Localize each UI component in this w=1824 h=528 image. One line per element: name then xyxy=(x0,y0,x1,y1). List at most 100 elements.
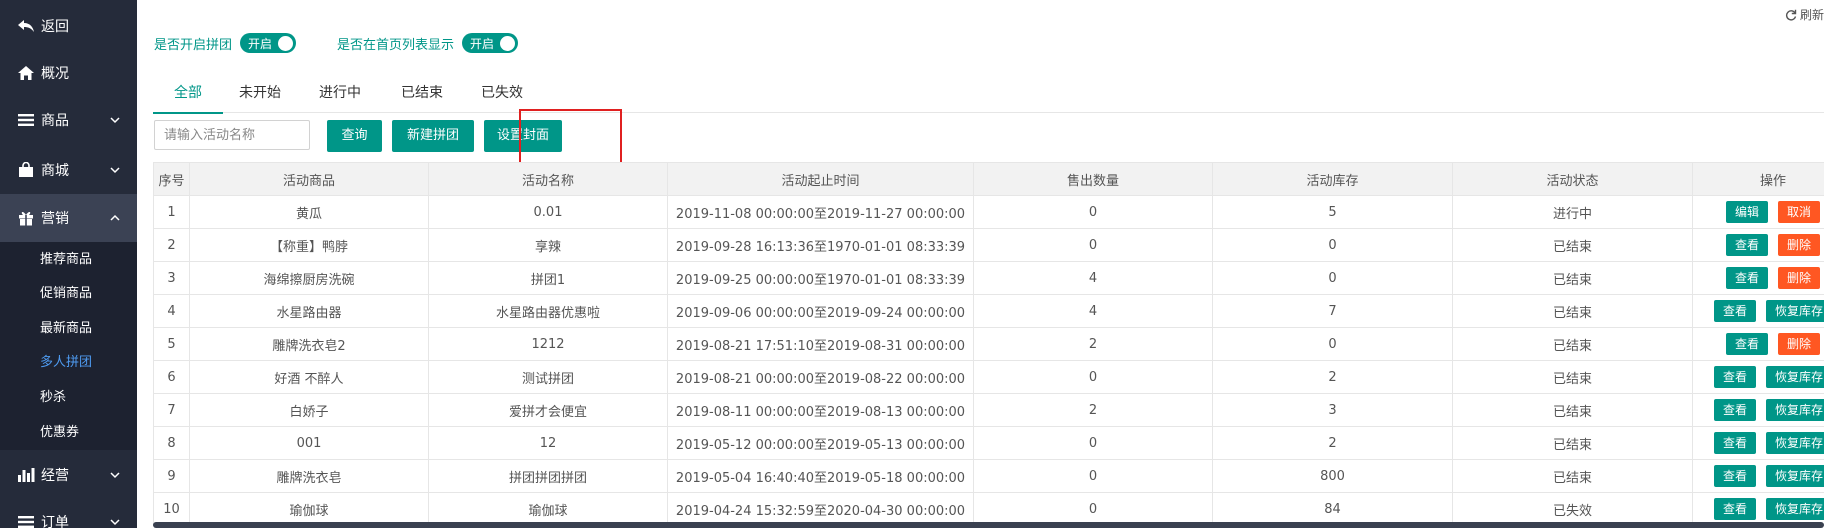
cell-stock: 2 xyxy=(1212,426,1453,460)
query-button[interactable]: 查询 xyxy=(327,120,382,152)
set-cover-button[interactable]: 设置封面 xyxy=(484,120,562,152)
cell-sold: 0 xyxy=(973,195,1213,229)
cell-sold: 4 xyxy=(973,294,1213,328)
sidebar-item-products[interactable]: 商品 xyxy=(0,96,137,144)
row-action-button[interactable]: 取消 xyxy=(1778,201,1821,223)
group-enable-toggle[interactable]: 开启 xyxy=(240,33,297,53)
row-action-button[interactable]: 删除 xyxy=(1778,333,1821,355)
cell-actions: 查看 删除 xyxy=(1692,261,1824,295)
row-action-button[interactable]: 查看 xyxy=(1713,465,1756,487)
cell-status: 已结束 xyxy=(1452,426,1693,460)
cell-activity-name: 瑜伽球 xyxy=(428,492,668,526)
sidebar-item-operations[interactable]: 经营 xyxy=(0,451,137,499)
tab-all[interactable]: 全部 xyxy=(153,76,223,114)
activity-search-input[interactable] xyxy=(154,120,310,150)
refresh-button[interactable]: 刷新 xyxy=(1785,6,1824,23)
row-action-button[interactable]: 恢复库存 xyxy=(1766,300,1824,322)
sidebar-item-back[interactable]: 返回 xyxy=(0,2,137,50)
sidebar-item-overview[interactable]: 概况 xyxy=(0,49,137,97)
table-row: 10 瑜伽球 瑜伽球 2019-04-24 15:32:59至2020-04-30 0… xyxy=(153,492,1824,526)
table-row: 9 雕牌洗衣皂 拼团拼团拼团 2019-05-04 16:40:40至2019-05-… xyxy=(153,459,1824,493)
refresh-icon xyxy=(1785,9,1797,20)
row-action-button[interactable]: 查看 xyxy=(1725,333,1768,355)
row-action-button[interactable]: 恢复库存 xyxy=(1766,432,1824,454)
cell-product: 瑜伽球 xyxy=(189,492,429,526)
toggle-state: 开启 xyxy=(470,36,495,51)
chevron-up-icon xyxy=(110,214,120,221)
tab-ended[interactable]: 已结束 xyxy=(401,76,443,112)
tab-in-progress[interactable]: 进行中 xyxy=(319,76,361,112)
horizontal-scrollbar[interactable] xyxy=(153,522,1824,528)
cell-stock: 7 xyxy=(1212,294,1453,328)
cell-product: 【称重】鸭脖 xyxy=(189,228,429,262)
column-header: 活动商品 xyxy=(189,162,429,196)
action-group: 查看 恢复库存 xyxy=(1694,362,1824,393)
submenu-item-promotion[interactable]: 促销商品 xyxy=(40,277,92,311)
sidebar-item-mall[interactable]: 商城 xyxy=(0,146,137,194)
action-group: 编辑 取消 xyxy=(1694,197,1824,228)
action-group: 查看 删除 xyxy=(1694,263,1824,294)
new-group-button[interactable]: 新建拼团 xyxy=(392,120,474,152)
cell-sold: 4 xyxy=(973,261,1213,295)
row-action-button[interactable]: 恢复库存 xyxy=(1766,498,1824,520)
action-group: 查看 恢复库存 xyxy=(1694,494,1824,525)
cell-sold: 2 xyxy=(973,393,1213,427)
cell-stock: 0 xyxy=(1212,327,1453,361)
cell-period: 2019-11-08 00:00:00至2019-11-27 00:00:00 xyxy=(667,195,974,229)
row-action-button[interactable]: 恢复库存 xyxy=(1766,399,1824,421)
sidebar-item-label: 商城 xyxy=(41,163,69,179)
home-icon xyxy=(17,64,35,82)
cell-sold: 2 xyxy=(973,327,1213,361)
row-action-button[interactable]: 编辑 xyxy=(1725,201,1768,223)
action-group: 查看 恢复库存 xyxy=(1694,428,1824,459)
submenu-item-coupons[interactable]: 优惠券 xyxy=(40,416,79,450)
row-action-button[interactable]: 查看 xyxy=(1713,366,1756,388)
cell-period: 2019-09-28 16:13:36至1970-01-01 08:33:39 xyxy=(667,228,974,262)
cell-status: 已结束 xyxy=(1452,393,1693,427)
row-action-button[interactable]: 删除 xyxy=(1778,267,1821,289)
row-action-button[interactable]: 查看 xyxy=(1725,267,1768,289)
cell-index: 7 xyxy=(153,393,190,427)
action-group: 查看 删除 xyxy=(1694,230,1824,261)
shopping-bag-icon xyxy=(17,161,35,179)
cell-product: 水星路由器 xyxy=(189,294,429,328)
cell-status: 已结束 xyxy=(1452,228,1693,262)
row-action-button[interactable]: 查看 xyxy=(1713,432,1756,454)
cell-activity-name: 享辣 xyxy=(428,228,668,262)
row-action-button[interactable]: 查看 xyxy=(1713,498,1756,520)
main-content: 刷新 是否开启拼团 开启 是否在首页列表显示 开启 全部 未开始 进行中 已结束… xyxy=(137,0,1824,528)
cell-stock: 2 xyxy=(1212,360,1453,394)
action-group: 查看 恢复库存 xyxy=(1694,296,1824,327)
submenu-item-flash-sale[interactable]: 秒杀 xyxy=(40,381,66,415)
row-action-button[interactable]: 查看 xyxy=(1713,300,1756,322)
tab-expired[interactable]: 已失效 xyxy=(481,76,523,112)
row-action-button[interactable]: 查看 xyxy=(1713,399,1756,421)
row-action-button[interactable]: 恢复库存 xyxy=(1766,366,1824,388)
sidebar-item-orders[interactable]: 订单 xyxy=(0,498,137,528)
row-action-button[interactable]: 恢复库存 xyxy=(1766,465,1824,487)
table-row: 5 雕牌洗衣皂2 1212 2019-08-21 17:51:10至2019-08-3… xyxy=(153,327,1824,361)
submenu-item-group-buy[interactable]: 多人拼团 xyxy=(40,346,92,380)
cell-status: 已结束 xyxy=(1452,360,1693,394)
submenu-item-recommended[interactable]: 推荐商品 xyxy=(40,243,92,277)
cell-product: 雕牌洗衣皂 xyxy=(189,459,429,493)
row-action-button[interactable]: 查看 xyxy=(1725,234,1768,256)
show-home-toggle[interactable]: 开启 xyxy=(462,33,519,53)
cell-actions: 编辑 取消 xyxy=(1692,195,1824,229)
cell-index: 9 xyxy=(153,459,190,493)
cell-period: 2019-05-12 00:00:00至2019-05-13 00:00:00 xyxy=(667,426,974,460)
tab-not-started[interactable]: 未开始 xyxy=(239,76,281,112)
column-header: 序号 xyxy=(153,162,190,196)
column-header: 活动名称 xyxy=(428,162,668,196)
cell-actions: 查看 恢复库存 xyxy=(1692,459,1824,493)
show-home-label: 是否在首页列表显示 xyxy=(337,37,455,53)
cell-activity-name: 爱拼才会便宜 xyxy=(428,393,668,427)
cell-activity-name: 1212 xyxy=(428,327,668,361)
submenu-item-newest[interactable]: 最新商品 xyxy=(40,312,92,346)
cell-activity-name: 拼团1 xyxy=(428,261,668,295)
table-row: 4 水星路由器 水星路由器优惠啦 2019-09-06 00:00:00至2019-0… xyxy=(153,294,1824,328)
group-enable-setting: 是否开启拼团 开启 xyxy=(154,32,297,54)
sidebar-item-marketing[interactable]: 营销 xyxy=(0,194,137,242)
row-action-button[interactable]: 删除 xyxy=(1778,234,1821,256)
table-row: 7 白娇子 爱拼才会便宜 2019-08-11 00:00:00至2019-08-13… xyxy=(153,393,1824,427)
